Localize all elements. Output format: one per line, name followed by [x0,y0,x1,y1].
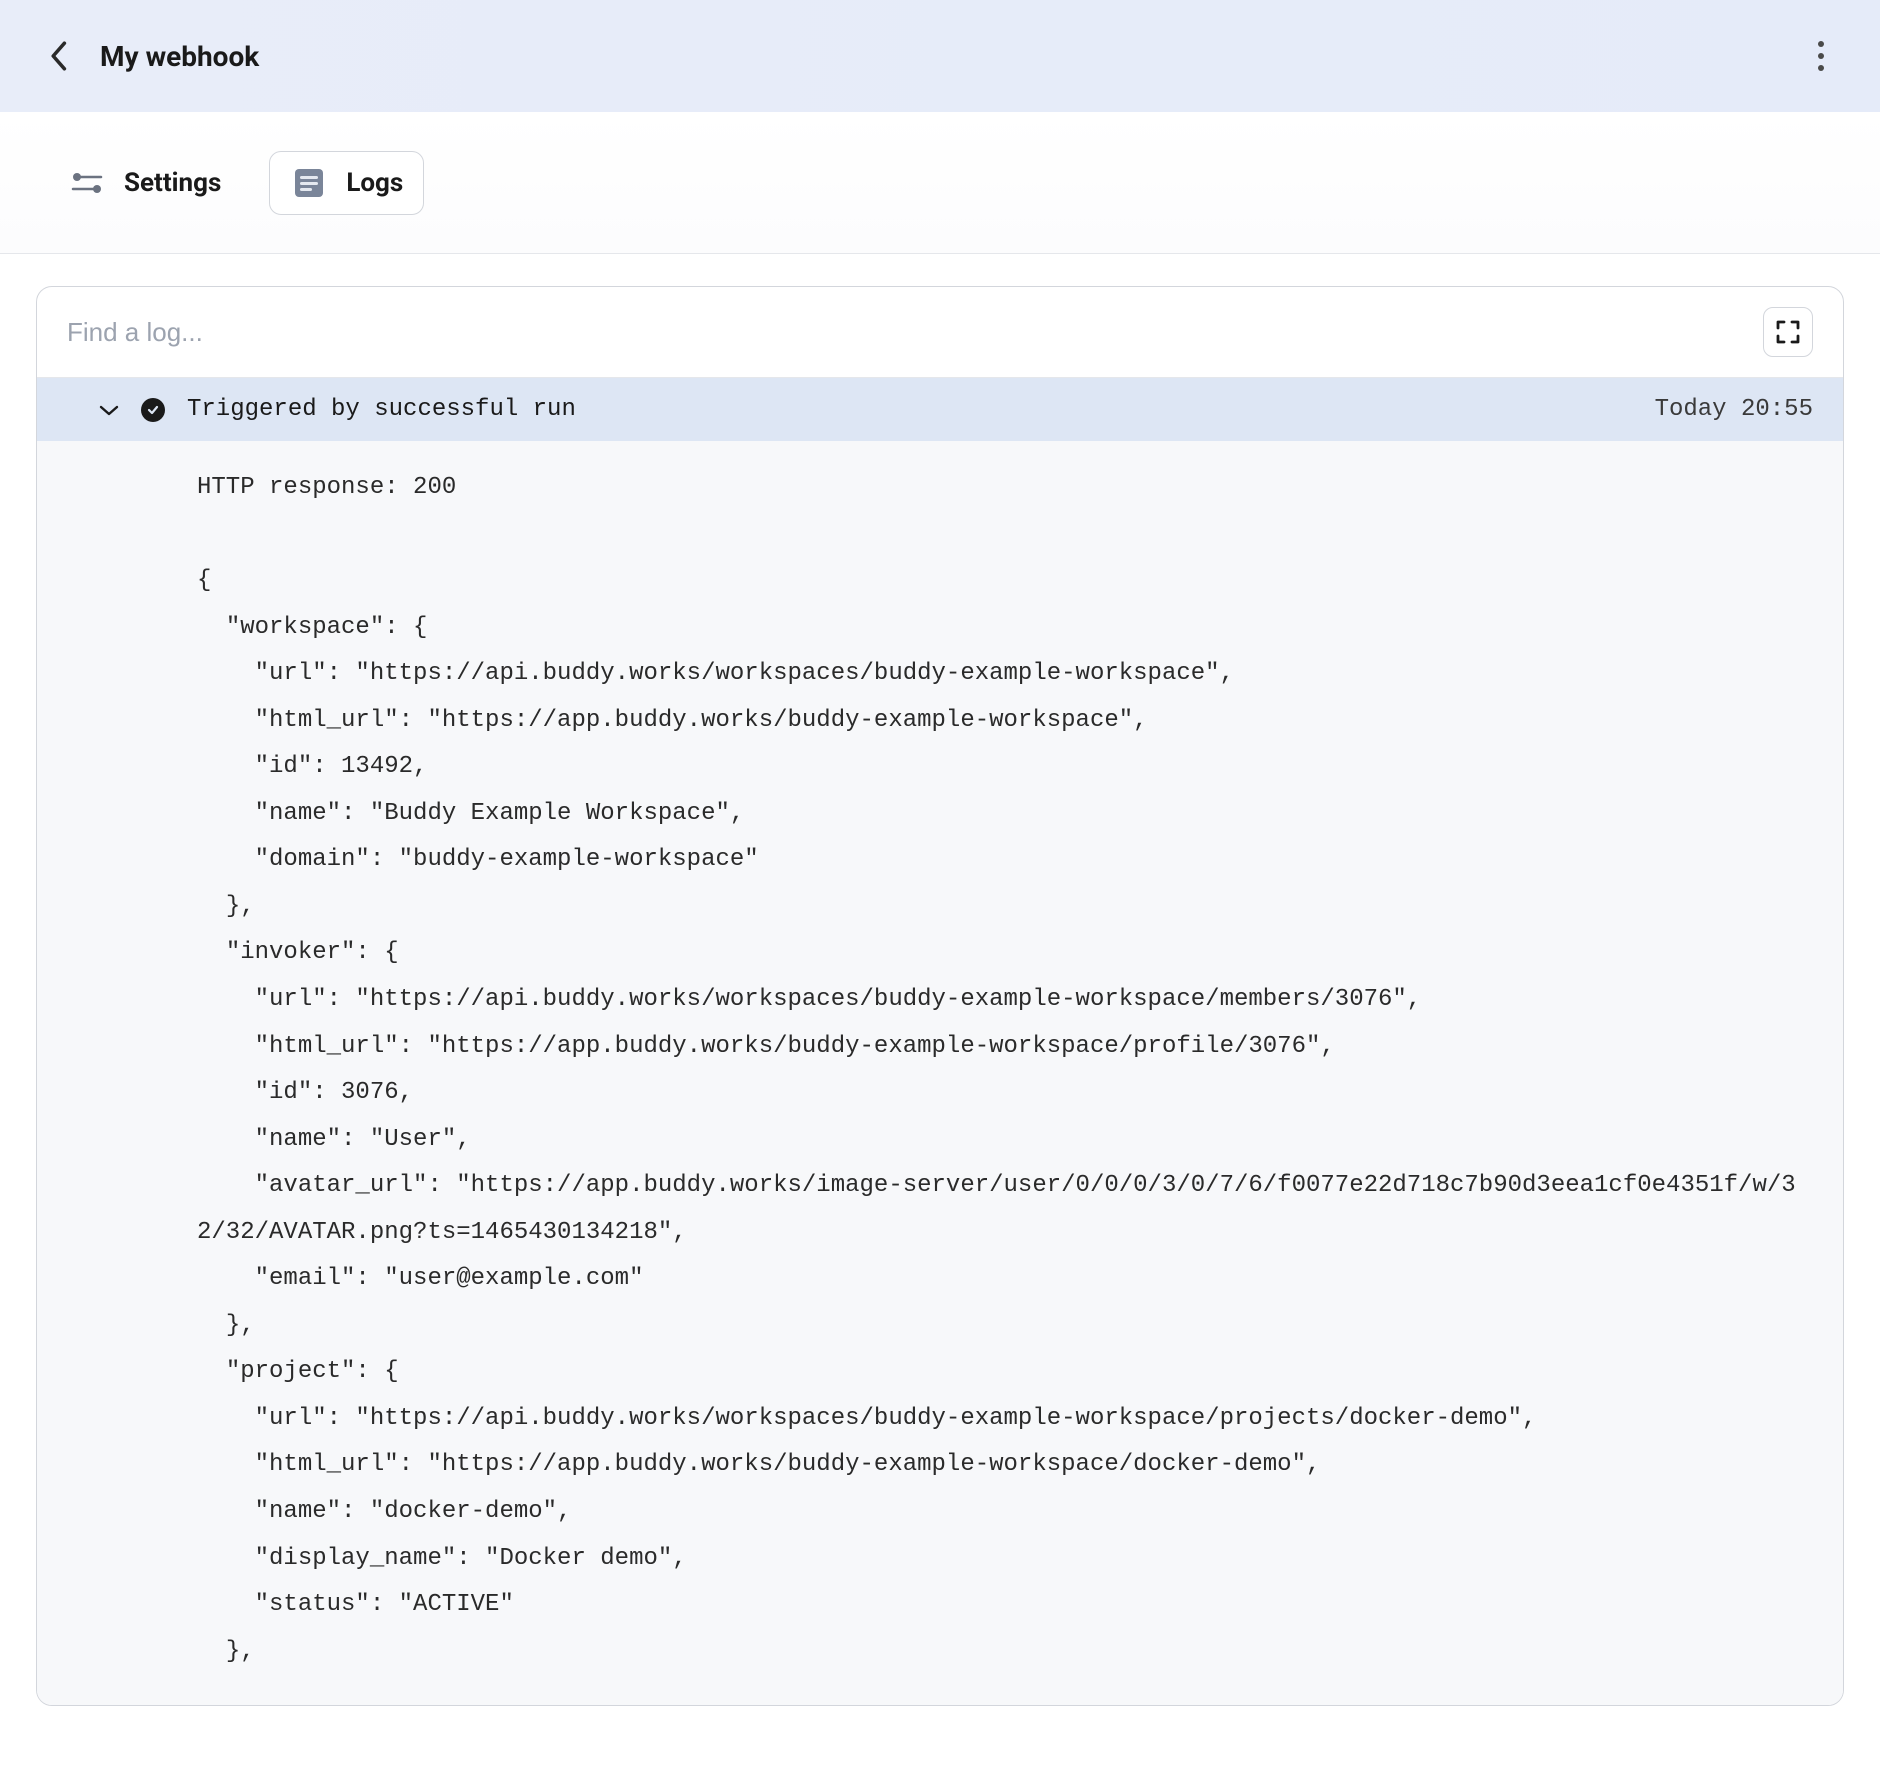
log-panel: Triggered by successful run Today 20:55 … [36,286,1844,1706]
chevron-left-icon [48,40,68,72]
tabs-bar: Settings Logs [0,112,1880,254]
tab-label: Logs [346,168,403,198]
log-body: HTTP response: 200 { "workspace": { "url… [37,441,1843,1705]
header-left: My webhook [48,40,259,73]
chevron-down-icon [99,403,119,417]
fullscreen-button[interactable] [1763,307,1813,357]
dot-icon [1818,41,1824,47]
tab-settings[interactable]: Settings [48,152,241,214]
dot-icon [1818,53,1824,59]
log-trigger-text: Triggered by successful run [187,396,1633,423]
dot-icon [1818,65,1824,71]
more-menu-button[interactable] [1810,33,1832,79]
page-header: My webhook [0,0,1880,112]
tab-label: Settings [124,168,221,198]
back-button[interactable] [48,40,68,72]
settings-icon [68,164,106,202]
content-area: Triggered by successful run Today 20:55 … [0,254,1880,1738]
search-input[interactable] [67,317,1747,348]
log-entry-header[interactable]: Triggered by successful run Today 20:55 [37,378,1843,441]
fullscreen-icon [1774,318,1802,346]
status-success-icon [141,398,165,422]
page-title: My webhook [100,40,259,73]
log-timestamp: Today 20:55 [1655,396,1813,423]
search-row [37,287,1843,378]
collapse-toggle[interactable] [99,400,119,420]
tab-logs[interactable]: Logs [269,151,424,215]
logs-icon [290,164,328,202]
